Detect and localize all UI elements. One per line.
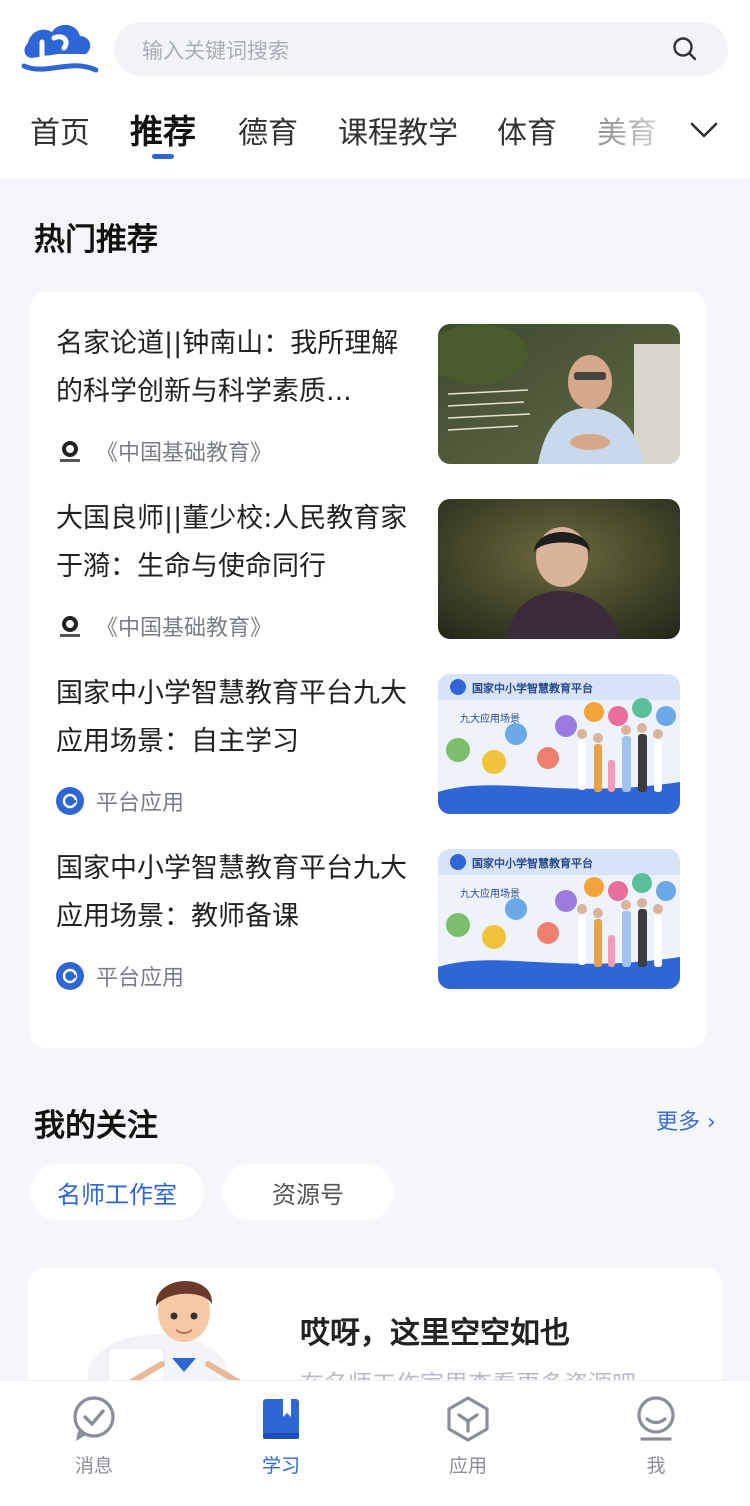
pill-famous-teacher-studio[interactable]: 名师工作室 [30, 1164, 204, 1220]
article-thumbnail[interactable]: 国家中小学智慧教育平台 九大应用场景 [438, 849, 680, 989]
app-logo-icon[interactable] [18, 18, 98, 80]
source-label: 《中国基础教育》 [96, 616, 273, 641]
source-label: 《中国基础教育》 [96, 441, 273, 466]
nav-item-study[interactable]: 学习 [221, 1393, 341, 1493]
journal-logo-icon [56, 612, 84, 640]
banner-title: 国家中小学智慧教育平台 [472, 856, 593, 870]
source-label: 平台应用 [96, 791, 185, 816]
nav-label: 学习 [261, 1455, 300, 1477]
cube-icon [447, 1396, 489, 1442]
nav-label: 消息 [74, 1455, 113, 1477]
banner-subtitle: 九大应用场景 [460, 712, 520, 725]
article-title[interactable]: 国家中小学智慧教育平台九大应用场景：教师备课 [56, 845, 416, 941]
search-bar[interactable]: 输入关键词搜索 [114, 22, 728, 76]
list-item[interactable]: 国家中小学智慧教育平台九大应用场景：教师备课 平台应用 国家中小学智慧教育平台 … [30, 817, 706, 992]
category-tabs: 首页 推荐 德育 课程教学 体育 美育 [0, 100, 750, 164]
article-source: 平台应用 [56, 786, 184, 816]
message-check-icon [73, 1396, 115, 1441]
more-link[interactable]: 更多 › [656, 1104, 716, 1136]
tab-moral-education[interactable]: 德育 [238, 108, 298, 152]
source-label: 平台应用 [96, 966, 185, 991]
article-thumbnail[interactable] [438, 324, 680, 464]
article-thumbnail[interactable] [438, 499, 680, 639]
tab-course-teaching[interactable]: 课程教学 [338, 108, 458, 152]
profile-icon [637, 1396, 675, 1441]
search-input[interactable]: 输入关键词搜索 [142, 35, 289, 65]
follow-section-title: 我的关注 [34, 1108, 158, 1144]
tab-recommend[interactable]: 推荐 [130, 105, 196, 153]
nav-item-me[interactable]: 我 [596, 1393, 716, 1493]
platform-logo-icon [56, 962, 84, 990]
empty-state-title: 哎呀，这里空空如也 [300, 1316, 570, 1351]
nav-item-messages[interactable]: 消息 [34, 1393, 154, 1493]
nav-item-apps[interactable]: 应用 [408, 1393, 528, 1493]
article-title[interactable]: 名家论道||钟南山：我所理解的科学创新与科学素质... [56, 320, 416, 416]
nav-label: 我 [646, 1455, 666, 1477]
tab-sports[interactable]: 体育 [497, 108, 557, 152]
more-label: 更多 [656, 1110, 701, 1135]
article-title[interactable]: 大国良师||董少校:人民教育家于漪：生命与使命同行 [56, 495, 416, 591]
book-icon [263, 1399, 299, 1439]
tab-home[interactable]: 首页 [30, 108, 90, 152]
chevron-down-icon[interactable] [688, 116, 720, 144]
list-item[interactable]: 国家中小学智慧教育平台九大应用场景：自主学习 平台应用 国家中小学智慧教育平台 … [30, 642, 706, 817]
chevron-right-icon: › [700, 1110, 716, 1135]
article-title[interactable]: 国家中小学智慧教育平台九大应用场景：自主学习 [56, 670, 416, 766]
article-source: 《中国基础教育》 [56, 611, 272, 641]
journal-logo-icon [56, 437, 84, 465]
article-thumbnail[interactable]: 国家中小学智慧教育平台 九大应用场景 [438, 674, 680, 814]
pill-resource-account[interactable]: 资源号 [222, 1164, 394, 1220]
banner-title: 国家中小学智慧教育平台 [472, 681, 593, 695]
hot-section-title: 热门推荐 [34, 222, 158, 258]
tabs-fade [560, 100, 680, 164]
hot-list-card: 名家论道||钟南山：我所理解的科学创新与科学素质... 《中国基础教育》 大国良… [30, 292, 706, 1048]
list-item[interactable]: 名家论道||钟南山：我所理解的科学创新与科学素质... 《中国基础教育》 [30, 292, 706, 467]
nav-label: 应用 [448, 1455, 487, 1477]
article-source: 平台应用 [56, 961, 184, 991]
platform-logo-icon [56, 787, 84, 815]
active-tab-indicator [152, 154, 174, 159]
bottom-nav: 消息 学习 应用 我 [0, 1380, 750, 1506]
list-item[interactable]: 大国良师||董少校:人民教育家于漪：生命与使命同行 《中国基础教育》 [30, 467, 706, 642]
search-icon[interactable] [672, 36, 698, 62]
banner-subtitle: 九大应用场景 [460, 887, 520, 900]
app-header: 输入关键词搜索 首页 推荐 德育 课程教学 体育 美育 [0, 0, 750, 178]
article-source: 《中国基础教育》 [56, 436, 272, 466]
